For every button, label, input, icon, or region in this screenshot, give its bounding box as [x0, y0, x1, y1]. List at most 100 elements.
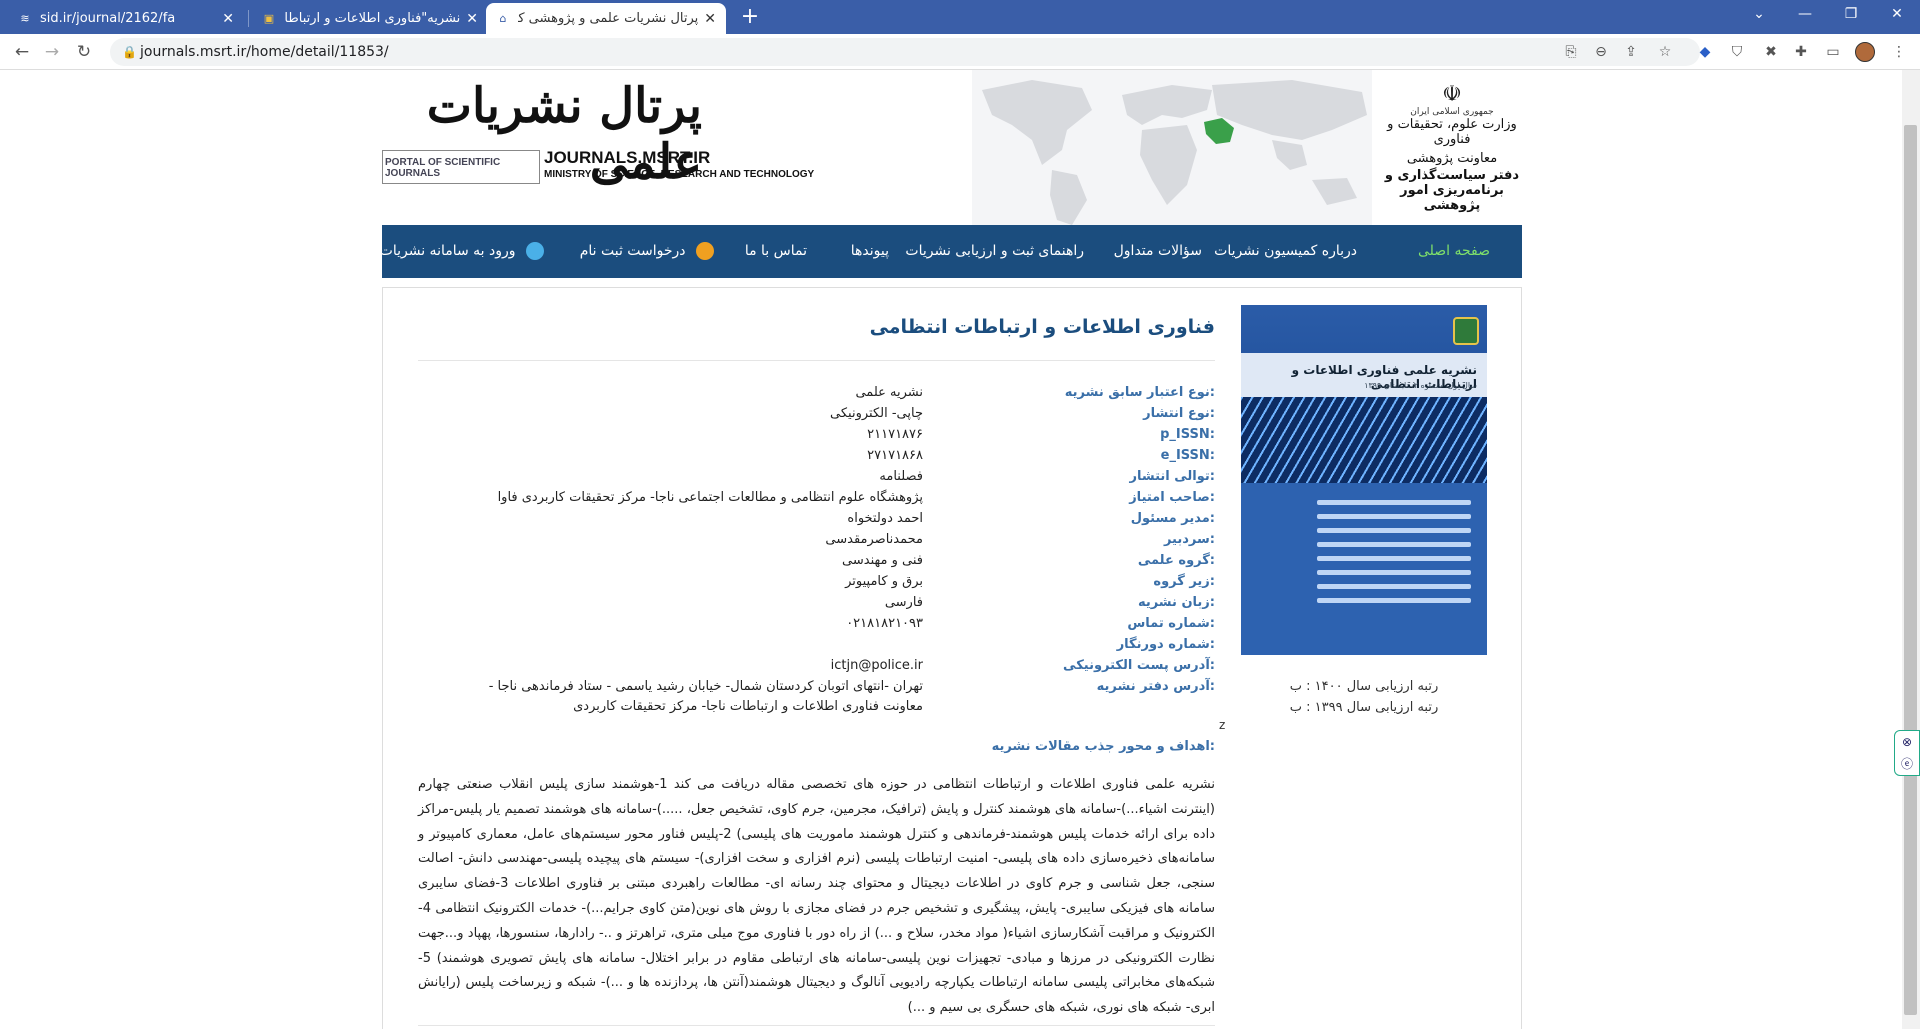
- field-value: فصلنامه: [879, 469, 923, 484]
- close-tab-icon[interactable]: ✕: [704, 11, 716, 27]
- profile-avatar[interactable]: [1855, 42, 1875, 62]
- field-label: شماره تماس:: [1127, 616, 1215, 631]
- browser-toolbar: ← → ↻ 🔒 journals.msrt.ir/home/detail/118…: [0, 34, 1920, 70]
- field-label: صاحب امتیاز:: [1129, 490, 1215, 505]
- field-value: فنی و مهندسی: [842, 553, 923, 568]
- user-icon: [526, 242, 544, 260]
- page-scrollbar[interactable]: [1902, 70, 1920, 1029]
- zoom-icon[interactable]: ⊖: [1590, 41, 1612, 63]
- police-favicon-icon: ▣: [263, 11, 275, 25]
- field-value: احمد دولتخواه: [847, 511, 923, 526]
- divider: [418, 1025, 1215, 1026]
- tab-title: نشریه"فناوری اطلاعات و ارتباطات ا...: [284, 11, 461, 26]
- nav-contact[interactable]: تماس با ما: [745, 225, 807, 278]
- field-value: نشریه علمی: [855, 385, 923, 400]
- bookmark-star-icon[interactable]: ☆: [1654, 41, 1676, 63]
- aims-label: اهداف و محور جذب مقالات نشریه:: [991, 739, 1215, 754]
- field-value: تهران -انتهای اتوبان کردستان شمال- خیابا…: [488, 679, 923, 714]
- extension-x-icon[interactable]: ✖: [1760, 41, 1782, 63]
- close-tab-icon[interactable]: ✕: [466, 11, 478, 27]
- minimize-button[interactable]: —: [1782, 0, 1828, 30]
- sid-favicon-icon: ≋: [20, 11, 30, 25]
- tab-sid[interactable]: ≋ sid.ir/journal/2162/fa ✕: [8, 3, 244, 34]
- field-value: ۲۷۱۷۱۸۶۸: [867, 448, 923, 463]
- tab-journal[interactable]: ▣ نشریه"فناوری اطلاعات و ارتباطات ا... ✕: [252, 3, 488, 34]
- field-label: مدیر مسئول:: [1130, 511, 1215, 526]
- field-label: آدرس دفتر نشریه:: [1096, 679, 1215, 694]
- field-label: گروه علمی:: [1137, 553, 1215, 568]
- tab-title: sid.ir/journal/2162/fa: [40, 11, 176, 26]
- translate-icon[interactable]: ⎘: [1560, 41, 1582, 63]
- stray-char: z: [1219, 718, 1226, 732]
- field-label: سردبیر:: [1163, 532, 1215, 547]
- emblem-line: وزارت علوم، تحقیقات و فناوری: [1387, 117, 1517, 147]
- puzzle-icon[interactable]: ✚: [1790, 41, 1812, 63]
- field-value: محمدناصرمقدسی: [825, 532, 923, 547]
- field-label: p_ISSN:: [1160, 427, 1215, 442]
- close-tab-icon[interactable]: ✕: [222, 11, 234, 27]
- iran-emblem-icon: ☫: [1442, 82, 1462, 107]
- divider: [418, 360, 1215, 361]
- nav-register[interactable]: درخواست ثبت نام: [580, 225, 714, 278]
- extension-icon[interactable]: ◆: [1694, 41, 1716, 63]
- journal-title: فناوری اطلاعات و ارتباطات انتظامی: [869, 316, 1215, 338]
- restore-button[interactable]: ❐: [1828, 0, 1874, 30]
- journal-cover-image: نشریه علمی فناوری اطلاعات و ارتباطات انت…: [1241, 305, 1487, 655]
- field-value: فارسی: [884, 595, 923, 610]
- emblem-line: دفتر سیاست‌گذاری و برنامه‌ریزی امور پژوه…: [1384, 168, 1520, 213]
- nav-home[interactable]: صفحه اصلی: [1418, 225, 1490, 278]
- journal-detail-panel: نشریه علمی فناوری اطلاعات و ارتباطات انت…: [382, 287, 1522, 1029]
- lock-icon: 🔒: [122, 45, 137, 59]
- rank-1399: رتبه ارزیابی سال ۱۳۹۹ : ب: [1289, 700, 1439, 715]
- tab-search-icon[interactable]: ⌄: [1736, 0, 1782, 30]
- nav-guide[interactable]: راهنمای ثبت و ارزیابی نشریات: [905, 225, 1084, 278]
- field-label: e_ISSN:: [1160, 448, 1215, 463]
- tab-divider: [248, 10, 249, 27]
- field-label: زیر گروه:: [1153, 574, 1215, 589]
- field-value: پژوهشگاه علوم انتظامی و مطالعات اجتماعی …: [497, 490, 923, 505]
- police-logo-icon: [1453, 317, 1479, 345]
- site-domain: JOURNALS.MSRT.IR: [544, 148, 711, 167]
- email-link[interactable]: ictjn@police.ir: [463, 656, 923, 676]
- reload-button[interactable]: ↻: [70, 38, 98, 66]
- floating-widget[interactable]: ⊗ ⓔ: [1894, 730, 1920, 776]
- world-map-image: [972, 70, 1372, 225]
- nav-login[interactable]: ورود به سامانه نشریات: [380, 225, 544, 278]
- rank-1400: رتبه ارزیابی سال ۱۴۰۰ : ب: [1289, 679, 1439, 694]
- field-value: ۰۲۱۸۱۸۲۱۰۹۳: [846, 616, 923, 631]
- emblem-line: معاونت پژوهشی: [1406, 151, 1498, 166]
- close-window-button[interactable]: ✕: [1874, 0, 1920, 30]
- tab-title: پرتال نشریات علمی و پژوهشی کشور: [518, 11, 699, 26]
- field-value: چاپی- الکترونیکی: [830, 406, 923, 421]
- field-label: نوع اعتبار سابق نشریه:: [1064, 385, 1215, 400]
- portal-badge: PORTAL OF SCIENTIFIC JOURNALS: [382, 150, 540, 184]
- ministry-emblem: ☫ جمهوری اسلامی ایران وزارت علوم، تحقیقا…: [1382, 82, 1522, 213]
- field-label: شماره دورنگار:: [1116, 637, 1215, 652]
- login-label: ورود به سامانه نشریات: [379, 243, 516, 259]
- new-tab-button[interactable]: +: [736, 3, 764, 31]
- e-circle-icon[interactable]: ⓔ: [1895, 753, 1919, 775]
- field-label: زبان نشریه:: [1137, 595, 1215, 610]
- nav-about[interactable]: درباره کمیسیون نشریات: [1214, 225, 1357, 278]
- user-add-icon: [696, 242, 714, 260]
- browser-tabstrip: ≋ sid.ir/journal/2162/fa ✕ ▣ نشریه"فناور…: [0, 0, 1920, 34]
- nav-links[interactable]: پیوندها: [851, 225, 889, 278]
- field-value: برق و کامپیوتر: [845, 574, 923, 589]
- back-button[interactable]: ←: [8, 38, 36, 66]
- close-circle-icon[interactable]: ⊗: [1895, 731, 1919, 753]
- field-value: ۲۱۱۷۱۸۷۶: [867, 427, 923, 442]
- url-text: journals.msrt.ir/home/detail/11853/: [140, 44, 389, 60]
- sidebar-icon[interactable]: ▭: [1822, 41, 1844, 63]
- share-icon[interactable]: ⇪: [1620, 41, 1642, 63]
- nav-faq[interactable]: سؤالات متداول: [1114, 225, 1202, 278]
- address-bar[interactable]: 🔒 journals.msrt.ir/home/detail/11853/: [110, 38, 1700, 66]
- shield-icon[interactable]: ⛉: [1726, 41, 1748, 63]
- ministry-name: MINISTRY OF SCIENCE, RESEARCH AND TECHNO…: [544, 169, 815, 180]
- forward-button[interactable]: →: [38, 38, 66, 66]
- menu-kebab-icon[interactable]: ⋮: [1888, 41, 1910, 63]
- scrollbar-thumb[interactable]: [1904, 125, 1917, 1015]
- emblem-line: جمهوری اسلامی ایران: [1410, 107, 1494, 117]
- tab-portal-active[interactable]: ⌂ پرتال نشریات علمی و پژوهشی کشور ✕: [486, 3, 726, 34]
- portal-favicon-icon: ⌂: [499, 11, 507, 25]
- aims-text: نشریه علمی فناوری اطلاعات و ارتباطات انت…: [418, 777, 1216, 1016]
